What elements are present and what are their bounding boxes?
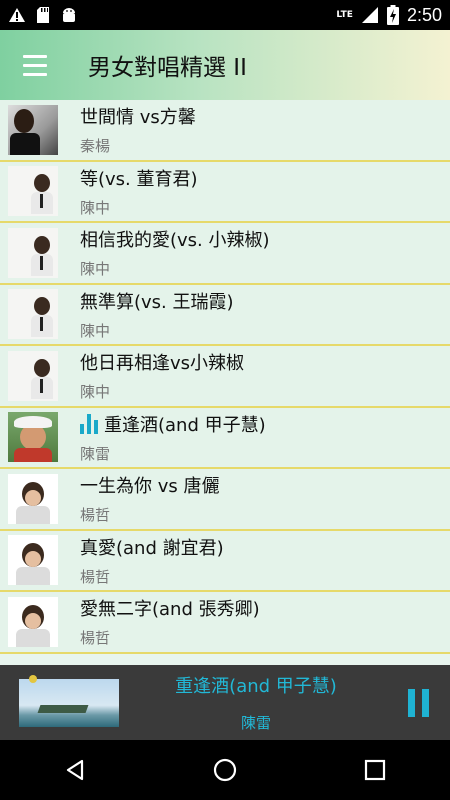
song-artist: 陳中 (80, 198, 111, 217)
song-artist: 楊哲 (80, 567, 111, 586)
song-list[interactable]: 世間情 vs方馨 秦楊 等(vs. 董育君) 陳中 相信我的愛(vs. 小辣椒) 陳中 無準… (0, 100, 450, 665)
now-playing-artist: 陳雷 (240, 714, 271, 732)
album-thumbnail (8, 350, 58, 401)
song-text: 無準算(vs. 王瑞霞) 陳中 (80, 288, 234, 341)
status-right: LTE 2:50 (336, 5, 442, 26)
song-title: 重逢酒(and 甲子慧) (104, 414, 266, 436)
now-playing-info[interactable]: 重逢酒(and 甲子慧) 陳雷 (136, 672, 376, 733)
pin-icon (29, 674, 37, 683)
recents-button[interactable] (345, 740, 405, 800)
song-title: 愛無二字(and 張秀卿) (80, 599, 260, 621)
song-text: 相信我的愛(vs. 小辣椒) 陳中 (80, 226, 270, 279)
song-title: 真愛(and 謝宜君) (80, 537, 224, 559)
sd-card-icon (37, 7, 49, 23)
song-artist: 楊哲 (80, 629, 111, 648)
song-artist: 楊哲 (80, 506, 111, 525)
song-title-row: 無準算(vs. 王瑞霞) (80, 288, 234, 314)
album-thumbnail (8, 596, 58, 647)
now-playing-title: 重逢酒(and 甲子慧) (175, 676, 337, 697)
pause-button[interactable] (398, 683, 438, 723)
song-title-row: 重逢酒(and 甲子慧) (80, 411, 266, 437)
song-title-row: 真愛(and 謝宜君) (80, 534, 224, 560)
song-row[interactable]: 他日再相逢vs小辣椒 陳中 (0, 346, 450, 408)
now-playing-bar[interactable]: 重逢酒(and 甲子慧) 陳雷 (0, 665, 450, 740)
song-artist: 陳中 (80, 260, 111, 279)
song-row[interactable]: 相信我的愛(vs. 小辣椒) 陳中 (0, 223, 450, 285)
album-thumbnail (8, 535, 58, 586)
song-title: 相信我的愛(vs. 小辣椒) (80, 230, 270, 252)
song-title: 等(vs. 董育君) (80, 168, 198, 190)
menu-button[interactable] (0, 30, 70, 100)
back-button[interactable] (45, 740, 105, 800)
song-row[interactable]: 無準算(vs. 王瑞霞) 陳中 (0, 284, 450, 346)
clock: 2:50 (406, 4, 442, 25)
warning-icon (9, 8, 25, 22)
song-title: 無準算(vs. 王瑞霞) (80, 291, 234, 313)
now-playing-equalizer-icon (80, 413, 98, 434)
song-title-row: 世間情 vs方馨 (80, 103, 196, 129)
system-nav-bar (0, 740, 450, 800)
song-row[interactable]: 真愛(and 謝宜君) 楊哲 (0, 530, 450, 592)
recents-icon (364, 759, 386, 781)
app-bar: 男女對唱精選 II (0, 30, 450, 100)
android-icon (63, 8, 75, 22)
album-thumbnail (8, 289, 58, 340)
album-art[interactable] (19, 674, 119, 727)
album-thumbnail (8, 473, 58, 524)
song-artist: 陳中 (80, 383, 111, 402)
battery-charging-icon (386, 5, 399, 25)
back-icon (66, 759, 84, 781)
album-thumbnail (8, 166, 58, 217)
song-title-row: 等(vs. 董育君) (80, 165, 198, 191)
song-text: 真愛(and 謝宜君) 楊哲 (80, 534, 224, 587)
song-row[interactable]: 愛無二字(and 張秀卿) 楊哲 (0, 592, 450, 654)
song-text: 世間情 vs方馨 秦楊 (80, 103, 196, 156)
song-artist: 陳中 (80, 321, 111, 340)
album-thumbnail (8, 227, 58, 278)
song-row[interactable]: 世間情 vs方馨 秦楊 (0, 100, 450, 162)
album-thumbnail (8, 104, 58, 155)
song-row[interactable]: 等(vs. 董育君) 陳中 (0, 161, 450, 223)
signal-icon (361, 7, 378, 23)
status-left (8, 6, 78, 24)
home-button[interactable] (195, 740, 255, 800)
page-title: 男女對唱精選 II (88, 55, 247, 81)
song-title: 他日再相逢vs小辣椒 (80, 353, 245, 375)
song-title-row: 一生為你 vs 唐儷 (80, 472, 219, 498)
song-artist: 秦楊 (80, 137, 111, 156)
song-text: 重逢酒(and 甲子慧) 陳雷 (80, 411, 266, 464)
album-thumbnail (8, 412, 58, 463)
song-text: 一生為你 vs 唐儷 楊哲 (80, 472, 219, 525)
song-title-row: 他日再相逢vs小辣椒 (80, 349, 244, 375)
menu-icon (23, 52, 47, 79)
status-bar: LTE 2:50 (0, 0, 450, 30)
song-text: 他日再相逢vs小辣椒 陳中 (80, 349, 244, 402)
song-title: 一生為你 vs 唐儷 (80, 476, 220, 498)
song-artist: 陳雷 (80, 444, 111, 463)
song-title: 世間情 vs方馨 (80, 107, 196, 129)
song-row[interactable]: 重逢酒(and 甲子慧) 陳雷 (0, 407, 450, 469)
song-title-row: 愛無二字(and 張秀卿) (80, 595, 260, 621)
song-text: 等(vs. 董育君) 陳中 (80, 165, 198, 218)
song-title-row: 相信我的愛(vs. 小辣椒) (80, 226, 270, 252)
song-row[interactable]: 一生為你 vs 唐儷 楊哲 (0, 469, 450, 531)
network-label: LTE (336, 10, 353, 20)
pause-icon (407, 688, 415, 717)
home-icon (213, 758, 237, 782)
song-text: 愛無二字(and 張秀卿) 楊哲 (80, 595, 260, 648)
